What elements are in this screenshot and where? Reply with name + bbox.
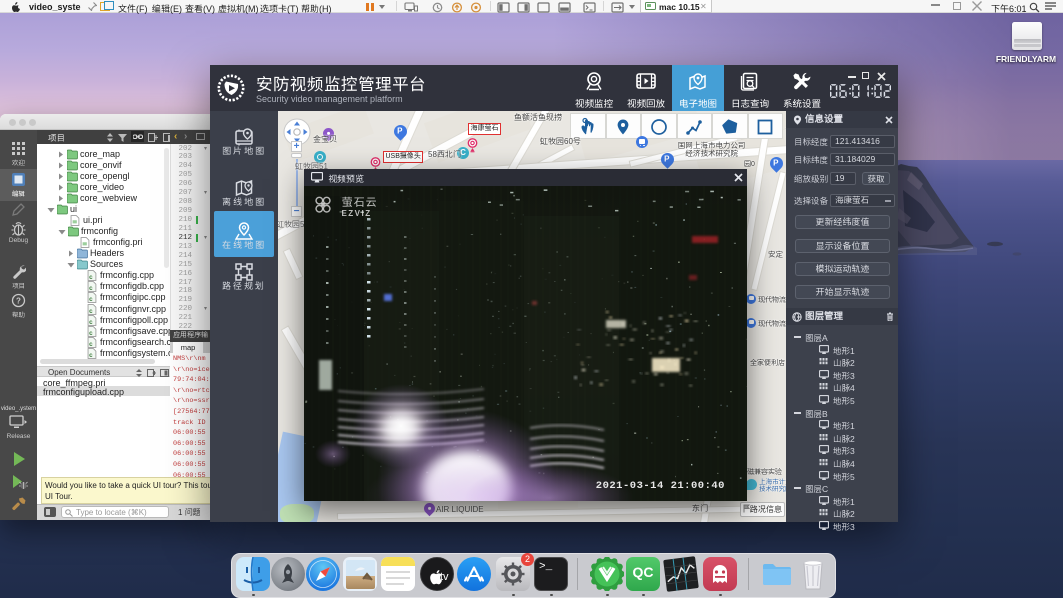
svg-text:c: c bbox=[89, 274, 93, 281]
svg-text:c: c bbox=[89, 307, 93, 314]
svg-text:tv: tv bbox=[440, 571, 449, 583]
svg-text:c: c bbox=[89, 329, 93, 336]
svg-text:c: c bbox=[89, 318, 93, 325]
svg-text:c: c bbox=[89, 296, 93, 303]
svg-text:c: c bbox=[89, 285, 93, 292]
svg-text:c: c bbox=[89, 352, 93, 359]
svg-text:?: ? bbox=[16, 297, 21, 306]
svg-text:c: c bbox=[89, 341, 93, 348]
